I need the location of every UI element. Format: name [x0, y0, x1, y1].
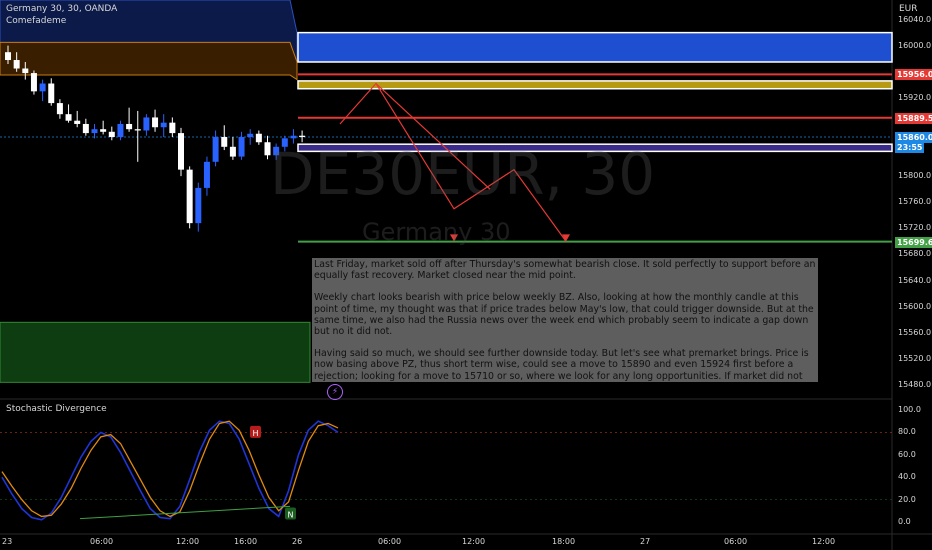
time-tick: 06:00	[90, 537, 114, 546]
candle-body	[30, 73, 37, 92]
green-zone	[0, 321, 311, 383]
candle-body	[108, 131, 115, 138]
time-tick: 16:00	[234, 537, 258, 546]
candle-body	[56, 103, 63, 115]
candle-body	[74, 120, 81, 124]
candle-body	[160, 122, 167, 128]
candle-body	[39, 83, 46, 92]
osc-tick: 40.0	[898, 472, 916, 482]
time-tick: 23	[2, 537, 13, 546]
time-tick: 12:00	[176, 537, 200, 546]
chart-title: Germany 30, 30, OANDA	[6, 4, 118, 14]
candle-body	[255, 133, 262, 143]
candle-body	[82, 123, 89, 134]
price-tick: 15720.0	[898, 223, 932, 233]
note-paragraph: Having said so much, we should see furth…	[314, 348, 809, 382]
candle-body	[169, 122, 176, 134]
price-tick: 15760.0	[898, 197, 932, 207]
note-paragraph: Weekly chart looks bearish with price be…	[314, 292, 814, 338]
candle-body	[212, 137, 219, 162]
candle-body	[178, 133, 184, 170]
candle-body	[238, 137, 245, 157]
time-tick: 27	[640, 537, 651, 546]
time-tick: 26	[292, 537, 303, 546]
candle-body	[100, 129, 107, 132]
oscillator-title: Stochastic Divergence	[6, 404, 107, 414]
candle-body	[91, 129, 98, 134]
price-tick: 15480.0	[898, 379, 932, 389]
currency-label: EUR	[899, 4, 918, 14]
osc-tick: 80.0	[898, 427, 916, 437]
price-tick: 16000.0	[898, 40, 932, 50]
price-tick: 15800.0	[898, 171, 932, 181]
marker-h-label: H	[252, 429, 258, 438]
watermark-name: Germany 30	[362, 218, 511, 246]
note-paragraph: Last Friday, market sold off after Thurs…	[314, 259, 816, 282]
candle-body	[134, 129, 141, 131]
left-orange-band	[0, 41, 298, 81]
candle-body	[203, 161, 210, 188]
divergence-line	[79, 505, 291, 520]
candle-body	[5, 52, 11, 61]
candle-body	[65, 114, 72, 121]
candle-body	[143, 117, 150, 131]
candle-body	[229, 146, 236, 157]
price-tag: 23:55	[895, 142, 925, 154]
price-tick: 16040.0	[898, 14, 932, 24]
time-tick: 12:00	[812, 537, 836, 546]
analysis-note: Last Friday, market sold off after Thurs…	[312, 258, 818, 382]
candle-body	[247, 133, 254, 138]
marker-n-label: N	[288, 511, 294, 520]
price-tick: 15920.0	[898, 92, 932, 102]
watermark-symbol: DE30EUR, 30	[270, 140, 656, 208]
osc-tick: 20.0	[898, 494, 916, 504]
zone-yellow	[297, 80, 893, 90]
candle-body	[126, 123, 133, 130]
price-tick: 15680.0	[898, 249, 932, 259]
osc-tick: 100.0	[898, 405, 921, 414]
time-tick: 12:00	[462, 537, 486, 546]
lightning-icon[interactable]: ⚡	[327, 384, 343, 400]
candle-body	[152, 117, 159, 128]
price-tick: 15520.0	[898, 353, 932, 363]
time-tick: 06:00	[724, 537, 748, 546]
price-tick: 15560.0	[898, 327, 932, 337]
price-tick: 15640.0	[898, 275, 932, 285]
candle-body	[22, 68, 29, 74]
candle-body	[299, 135, 306, 138]
osc-tick: 0.0	[898, 517, 911, 526]
stoch-k-line	[1, 420, 339, 521]
osc-tick: 60.0	[898, 449, 916, 459]
time-tick: 18:00	[552, 537, 576, 546]
time-tick: 06:00	[378, 537, 402, 546]
candle-body	[195, 187, 202, 224]
candle-body	[186, 169, 193, 224]
zone-blue	[297, 31, 893, 63]
candle-body	[117, 123, 124, 138]
stoch-d-line	[1, 420, 339, 518]
candle-body	[13, 60, 20, 69]
candle-body	[221, 137, 228, 147]
candle-body	[290, 135, 297, 139]
price-tag: 15699.6	[895, 236, 932, 248]
price-tag: 15956.0	[895, 69, 932, 81]
candle-body	[48, 83, 55, 104]
price-tick: 15600.0	[898, 301, 932, 311]
indicator-label[interactable]: Comefademe	[6, 16, 66, 27]
price-tag: 15889.5	[895, 112, 932, 124]
